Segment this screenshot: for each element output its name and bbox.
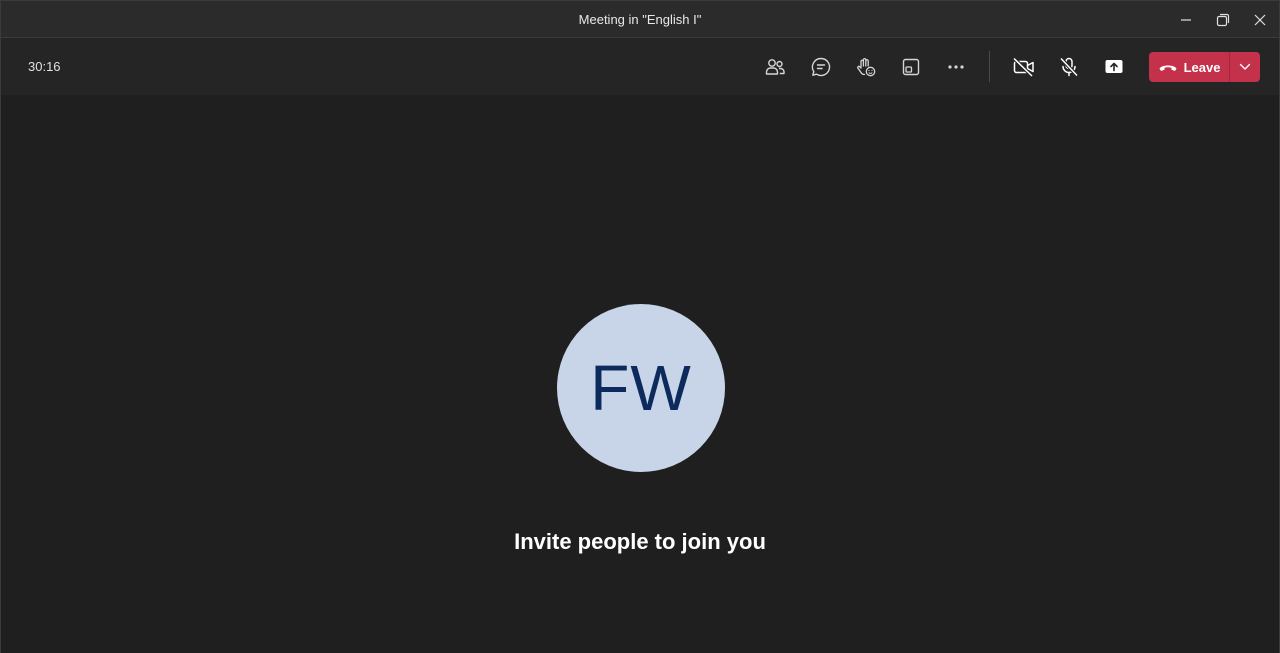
phone-hangup-icon bbox=[1159, 65, 1177, 71]
more-options-icon bbox=[948, 65, 964, 69]
close-icon bbox=[1254, 14, 1266, 25]
leave-label: Leave bbox=[1183, 59, 1221, 75]
leave-button[interactable]: Leave bbox=[1149, 52, 1229, 82]
show-conversation-button[interactable] bbox=[804, 50, 838, 84]
show-participants-button[interactable] bbox=[758, 50, 792, 84]
leave-button-group: Leave bbox=[1149, 52, 1260, 82]
breakout-rooms-button[interactable] bbox=[894, 50, 928, 84]
raise-hand-icon bbox=[857, 58, 876, 77]
title-bar: Meeting in "English I" bbox=[1, 1, 1279, 38]
share-tray-icon bbox=[1105, 60, 1123, 73]
more-actions-button[interactable] bbox=[939, 50, 973, 84]
reactions-button[interactable] bbox=[849, 50, 883, 84]
avatar-initials: FW bbox=[590, 352, 692, 424]
meeting-window: Meeting in "English I" 30:16 Leave FW In… bbox=[0, 0, 1280, 653]
window-title: Meeting in "English I" bbox=[578, 12, 702, 27]
share-content-button[interactable] bbox=[1097, 50, 1131, 84]
camera-off-icon bbox=[1012, 57, 1034, 78]
meeting-toolbar: 30:16 Leave bbox=[1, 38, 1279, 95]
minimize-icon bbox=[1181, 18, 1191, 21]
toolbar-divider bbox=[989, 51, 990, 82]
meeting-timer: 30:16 bbox=[28, 59, 61, 74]
leave-options-dropdown[interactable] bbox=[1230, 52, 1260, 82]
camera-toggle-button[interactable] bbox=[1007, 50, 1041, 84]
mic-toggle-button[interactable] bbox=[1052, 50, 1086, 84]
people-icon bbox=[765, 59, 785, 75]
meeting-stage: FW Invite people to join you bbox=[1, 95, 1279, 653]
restore-button[interactable] bbox=[1204, 1, 1242, 38]
mic-off-icon bbox=[1059, 57, 1079, 77]
chat-icon bbox=[811, 57, 831, 77]
restore-icon bbox=[1216, 13, 1230, 26]
avatar: FW bbox=[557, 304, 725, 472]
minimize-button[interactable] bbox=[1167, 1, 1205, 38]
chevron-down-icon bbox=[1239, 63, 1251, 70]
invite-message: Invite people to join you bbox=[514, 529, 766, 554]
close-button[interactable] bbox=[1241, 1, 1279, 38]
breakout-rooms-icon bbox=[902, 58, 920, 76]
